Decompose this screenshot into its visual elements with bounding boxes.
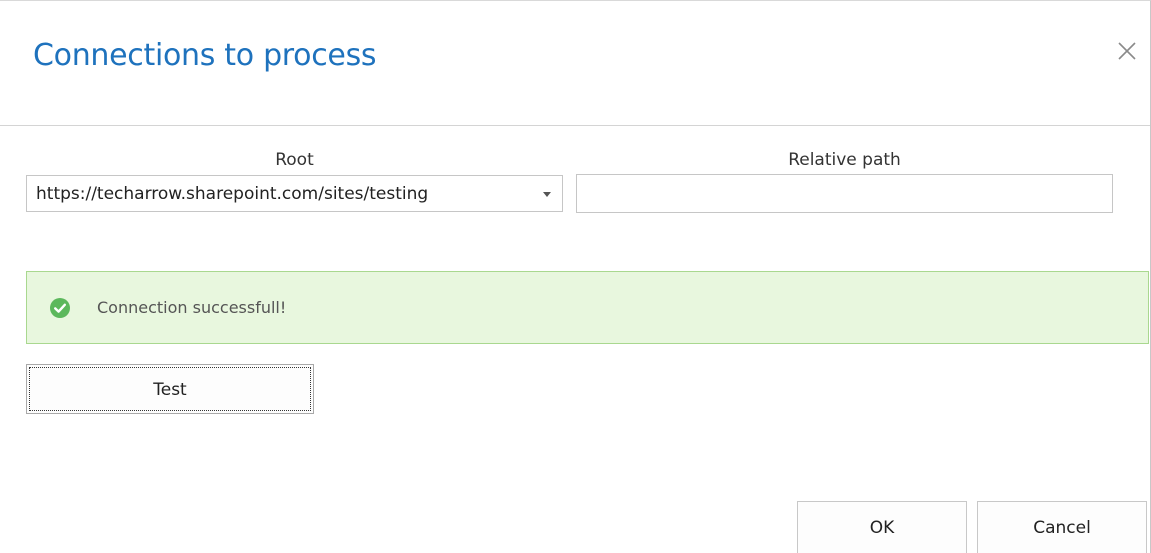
cancel-button[interactable]: Cancel [977,501,1147,553]
root-select[interactable]: https://techarrow.sharepoint.com/sites/t… [26,175,563,212]
root-select-value: https://techarrow.sharepoint.com/sites/t… [36,184,429,204]
root-label: Root [275,150,314,170]
ok-button[interactable]: OK [797,501,967,553]
relative-path-label: Relative path [788,150,901,170]
status-message: Connection successfull! [97,298,287,317]
test-button-label: Test [29,367,311,411]
close-icon [1118,42,1136,60]
dialog-header: Connections to process [0,1,1150,126]
close-button[interactable] [1115,39,1141,65]
relative-path-input[interactable] [576,174,1113,213]
chevron-down-icon [543,192,551,197]
status-banner: Connection successfull! [26,271,1149,344]
test-button[interactable]: Test [26,364,314,414]
check-circle-icon [50,298,70,318]
dialog-title: Connections to process [33,38,377,73]
connections-dialog: Connections to process Root Relative pat… [0,0,1151,553]
